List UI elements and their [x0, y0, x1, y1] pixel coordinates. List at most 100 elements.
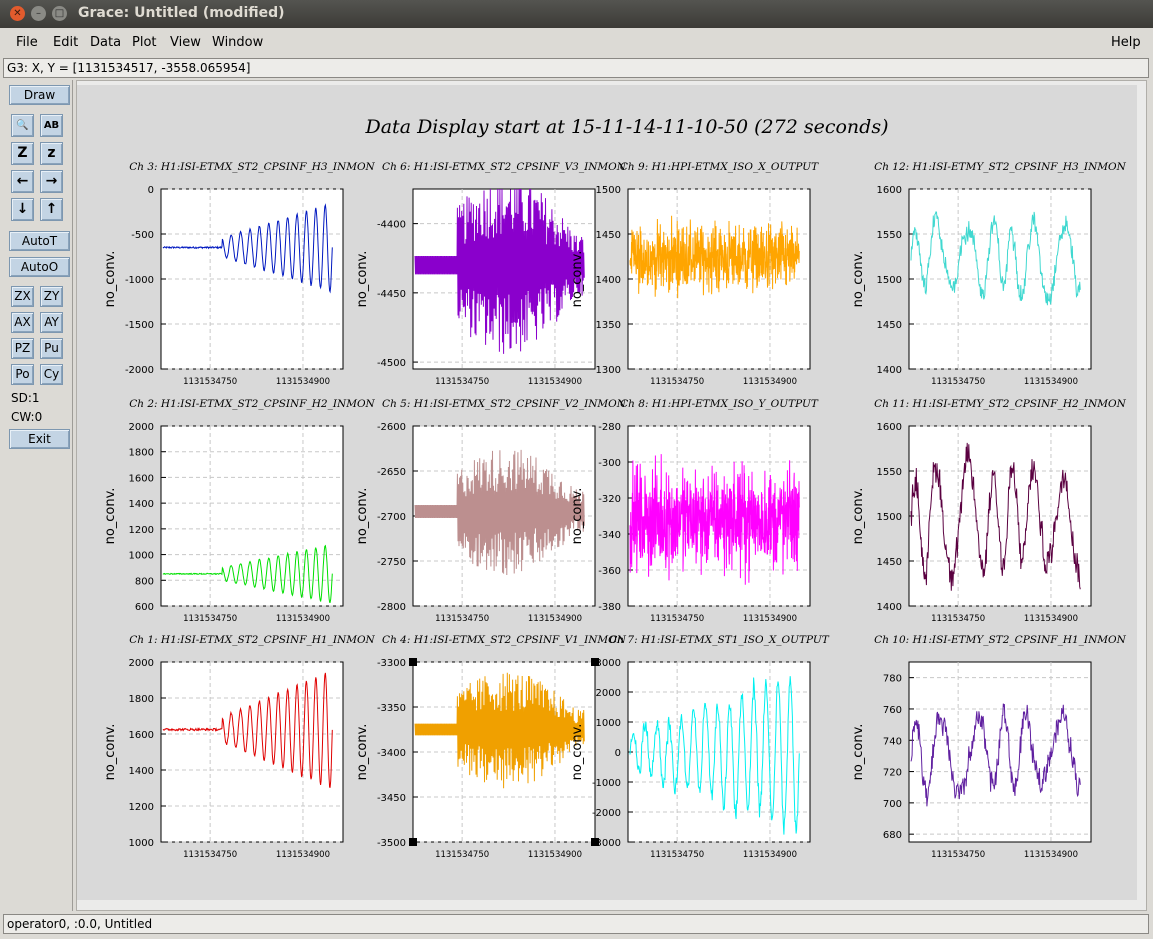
close-window-button[interactable]: ✕: [10, 6, 25, 21]
y-tick-label: 740: [883, 736, 902, 747]
plot-panel-5: Ch 2: H1:ISI-ETMX_ST2_CPSINF_H2_INMON 200…: [103, 398, 376, 624]
y-tick-label: 1550: [877, 467, 902, 478]
y-tick-label: 1600: [129, 730, 154, 741]
y-tick-label: 1450: [877, 557, 902, 568]
y-tick-label: -1000: [125, 275, 154, 286]
selection-handle: [409, 838, 417, 846]
menu-help[interactable]: Help: [1111, 35, 1141, 50]
arrow-left-button[interactable]: ←: [11, 170, 34, 193]
menu-plot[interactable]: Plot: [132, 35, 157, 50]
cw-label: CW:0: [11, 410, 43, 424]
y-tick-label: -3450: [377, 793, 406, 804]
x-tick-label: 1131534750: [650, 377, 704, 387]
plot-title: Ch 1: H1:ISI-ETMX_ST2_CPSINF_H1_INMON: [129, 634, 375, 646]
text-tool-button[interactable]: AB: [40, 114, 63, 137]
y-tick-label: 3000: [596, 658, 621, 669]
tool-po-button[interactable]: Po: [11, 364, 34, 385]
arrow-down-button[interactable]: ↓: [11, 198, 34, 221]
plot-title: Ch 4: H1:ISI-ETMX_ST2_CPSINF_V1_INMON: [382, 634, 627, 646]
menu-edit[interactable]: Edit: [53, 35, 78, 50]
autoscale-icon: Z: [17, 145, 28, 161]
autoo-button[interactable]: AutoO: [9, 257, 70, 277]
y-tick-label: -2750: [377, 557, 406, 568]
plot-title: Ch 9: H1:HPI-ETMX_ISO_X_OUTPUT: [620, 161, 819, 173]
plot-title: Ch 7: H1:ISI-ETMX_ST1_ISO_X_OUTPUT: [609, 634, 829, 646]
x-tick-label: 1131534750: [183, 850, 237, 860]
y-axis-label: no_conv.: [570, 488, 585, 545]
y-tick-label: 1800: [129, 448, 154, 459]
plot-title: Ch 6: H1:ISI-ETMX_ST2_CPSINF_V3_INMON: [382, 161, 627, 173]
x-tick-label: 1131534900: [1024, 377, 1078, 387]
x-tick-label: 1131534750: [931, 850, 985, 860]
tool-zy-button[interactable]: ZY: [40, 286, 63, 307]
x-tick-label: 1131534750: [183, 614, 237, 624]
draw-button[interactable]: Draw: [9, 85, 70, 105]
tool-ay-button[interactable]: AY: [40, 312, 63, 333]
selection-handle: [591, 838, 599, 846]
autoscale-button[interactable]: Z: [11, 142, 34, 165]
plot-panel-3: Ch 9: H1:HPI-ETMX_ISO_X_OUTPUT 1500 1450 14…: [570, 161, 819, 387]
menu-file[interactable]: File: [16, 35, 38, 50]
x-tick-label: 1131534750: [435, 377, 489, 387]
menubar: File Edit Data Plot View Window Help: [0, 28, 1153, 56]
arrow-up-icon: ↑: [45, 201, 58, 217]
zoom-icon: 🔍: [16, 120, 29, 131]
y-tick-label: -4400: [377, 220, 406, 231]
y-tick-label: -4500: [377, 358, 406, 369]
tool-pz-button[interactable]: PZ: [11, 338, 34, 359]
zoom-button[interactable]: 🔍: [11, 114, 34, 137]
y-tick-label: -3300: [377, 658, 406, 669]
y-axis-label: no_conv.: [103, 724, 118, 781]
tool-zx-button[interactable]: ZX: [11, 286, 34, 307]
x-tick-label: 1131534750: [650, 850, 704, 860]
menu-window[interactable]: Window: [212, 35, 263, 50]
y-tick-label: -3400: [377, 748, 406, 759]
minimize-window-button[interactable]: –: [31, 6, 46, 21]
y-tick-label: -320: [598, 494, 621, 505]
y-tick-label: -3500: [377, 838, 406, 849]
y-tick-label: 1200: [129, 525, 154, 536]
y-tick-label: 1600: [877, 185, 902, 196]
autot-button[interactable]: AutoT: [9, 231, 70, 251]
y-axis-label: no_conv.: [570, 251, 585, 308]
y-tick-label: 2000: [129, 422, 154, 433]
plot-panel-6: Ch 5: H1:ISI-ETMX_ST2_CPSINF_V2_INMON -26…: [355, 398, 627, 624]
plot-canvas[interactable]: Data Display start at 15-11-14-11-10-50 …: [77, 85, 1137, 900]
plot-panel-2: Ch 6: H1:ISI-ETMX_ST2_CPSINF_V3_INMON -44…: [355, 161, 627, 387]
arrow-up-button[interactable]: ↑: [40, 198, 63, 221]
y-tick-label: -1000: [592, 778, 621, 789]
menu-data[interactable]: Data: [90, 35, 121, 50]
y-axis-label: no_conv.: [103, 488, 118, 545]
menu-view[interactable]: View: [170, 35, 201, 50]
plot-canvas-frame: Data Display start at 15-11-14-11-10-50 …: [76, 80, 1147, 911]
x-tick-label: 1131534900: [528, 377, 582, 387]
tool-cy-button[interactable]: Cy: [40, 364, 63, 385]
y-tick-label: 600: [135, 602, 154, 613]
x-tick-label: 1131534750: [931, 614, 985, 624]
y-tick-label: -340: [598, 530, 621, 541]
plot-title: Ch 8: H1:HPI-ETMX_ISO_Y_OUTPUT: [620, 398, 819, 410]
y-tick-label: 1450: [596, 230, 621, 241]
y-axis-label: no_conv.: [103, 251, 118, 308]
exit-button[interactable]: Exit: [9, 429, 70, 449]
y-tick-label: -1500: [125, 320, 154, 331]
y-tick-label: 1400: [877, 365, 902, 376]
plot-title: Ch 5: H1:ISI-ETMX_ST2_CPSINF_V2_INMON: [382, 398, 627, 410]
tool-ax-button[interactable]: AX: [11, 312, 34, 333]
y-axis-label: no_conv.: [851, 488, 866, 545]
y-tick-label: -2600: [377, 422, 406, 433]
plot-panel-10: Ch 4: H1:ISI-ETMX_ST2_CPSINF_V1_INMON -33…: [355, 634, 627, 860]
arrow-right-icon: →: [45, 173, 58, 189]
y-axis-label: no_conv.: [355, 251, 370, 308]
x-tick-label: 1131534900: [276, 614, 330, 624]
arrow-right-button[interactable]: →: [40, 170, 63, 193]
chart-svg[interactable]: Data Display start at 15-11-14-11-10-50 …: [77, 85, 1137, 900]
y-axis-label: no_conv.: [851, 251, 866, 308]
maximize-window-button[interactable]: □: [52, 6, 67, 21]
y-tick-label: -2000: [592, 808, 621, 819]
zoom-small-button[interactable]: z: [40, 142, 63, 165]
plot-panel-12: Ch 10: H1:ISI-ETMY_ST2_CPSINF_H1_INMON 78…: [851, 634, 1127, 860]
tool-pu-button[interactable]: Pu: [40, 338, 63, 359]
plot-title: Ch 2: H1:ISI-ETMX_ST2_CPSINF_H2_INMON: [129, 398, 375, 410]
toolbar: Draw 🔍 AB Zz ← → ↓ ↑ AutoT AutoO ZX ZY AX AY PZ Pu P…: [2, 80, 73, 911]
